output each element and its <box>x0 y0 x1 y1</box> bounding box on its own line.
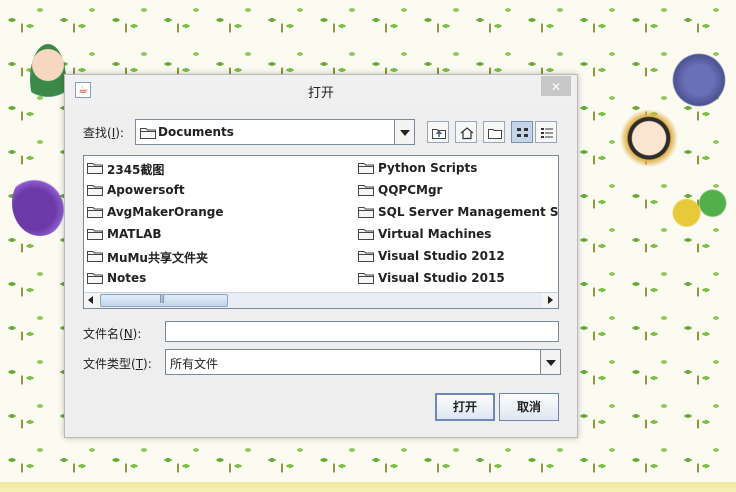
horizontal-scrollbar[interactable] <box>84 292 558 308</box>
list-item[interactable]: Apowersoft <box>87 180 352 200</box>
list-item-label: Virtual Machines <box>378 227 492 241</box>
dialog-title: 打开 <box>307 86 334 101</box>
new-folder-icon <box>488 129 502 139</box>
cancel-button[interactable]: 取消 <box>499 393 559 421</box>
open-file-dialog: ☕ 打开 查找(I): Documents <box>64 74 578 438</box>
folder-icon <box>358 250 374 265</box>
look-in-value: Documents <box>158 125 234 139</box>
chevron-down-icon[interactable] <box>540 350 560 374</box>
folder-icon <box>87 228 103 243</box>
dialog-body: 查找(I): Documents ||| 2345截图 Apowersoft A… <box>65 105 577 437</box>
scroll-left-icon[interactable] <box>84 293 100 308</box>
folder-icon <box>358 162 374 177</box>
list-item-label: AvgMakerOrange <box>107 205 224 219</box>
list-item[interactable]: MATLAB <box>87 224 352 244</box>
folder-icon <box>87 272 103 287</box>
list-item-label: SQL Server Management Studio <box>378 205 558 219</box>
list-item-label: Notes <box>107 271 147 285</box>
list-item-label: Python Scripts <box>378 161 478 175</box>
look-in-combo[interactable]: Documents <box>135 119 415 145</box>
open-button[interactable]: 打开 <box>435 393 495 421</box>
cartoon-character-monster <box>666 44 732 116</box>
list-item-label: QQPCMgr <box>378 183 443 197</box>
home-icon <box>460 127 474 140</box>
close-button[interactable] <box>541 76 571 96</box>
file-name-input[interactable] <box>165 321 559 342</box>
folder-icon <box>87 184 103 199</box>
folder-icon <box>140 127 156 142</box>
details-view-button[interactable] <box>535 121 557 143</box>
cartoon-character-top-left <box>30 44 66 114</box>
list-item-label: MATLAB <box>107 227 162 241</box>
list-item[interactable]: Notes <box>87 268 352 288</box>
list-item-label: MuMu共享文件夹 <box>107 251 208 265</box>
list-item[interactable]: Visual Studio 2012 <box>358 246 558 266</box>
folder-icon <box>358 184 374 199</box>
look-in-row: 查找(I): Documents <box>83 119 559 145</box>
scroll-right-icon[interactable] <box>542 293 558 308</box>
list-item[interactable]: Visual Studio 2015 <box>358 268 558 288</box>
details-view-icon <box>541 128 553 138</box>
file-name-label: 文件名(N): <box>83 327 142 341</box>
new-folder-button[interactable] <box>483 121 505 143</box>
list-item[interactable]: Virtual Machines <box>358 224 558 244</box>
list-item-label: 2345截图 <box>107 163 165 177</box>
cartoon-character-gourd <box>12 170 68 236</box>
up-one-level-icon <box>432 129 446 139</box>
folder-icon <box>358 228 374 243</box>
list-item[interactable]: 2345截图 <box>87 158 352 178</box>
chevron-down-icon[interactable] <box>394 120 414 144</box>
list-item[interactable]: SQL Server Management Studio <box>358 202 558 222</box>
list-item-label: Visual Studio 2012 <box>378 249 505 263</box>
file-list[interactable]: 2345截图 Apowersoft AvgMakerOrange MATLAB MuMu… <box>83 155 559 309</box>
folder-icon <box>358 272 374 287</box>
cartoon-character-bugs <box>668 184 730 232</box>
list-item-label: Visual Studio 2015 <box>378 271 505 285</box>
folder-icon <box>358 206 374 221</box>
file-type-label: 文件类型(T): <box>83 357 152 371</box>
folder-icon <box>87 162 103 177</box>
file-type-combo[interactable]: 所有文件 <box>165 349 561 375</box>
folder-icon <box>87 250 103 265</box>
list-item[interactable]: AvgMakerOrange <box>87 202 352 222</box>
cartoon-character-right <box>618 104 680 180</box>
up-one-level-button[interactable] <box>427 121 449 143</box>
list-item[interactable]: Python Scripts <box>358 158 558 178</box>
list-item[interactable]: MuMu共享文件夹 <box>87 246 352 266</box>
folder-icon <box>87 206 103 221</box>
file-type-value: 所有文件 <box>170 357 219 371</box>
list-view-icon <box>517 128 528 137</box>
ground-strip <box>0 482 736 492</box>
title-bar[interactable]: ☕ 打开 <box>65 75 577 105</box>
list-item-label: Apowersoft <box>107 183 185 197</box>
home-button[interactable] <box>455 121 477 143</box>
list-view-button[interactable] <box>511 121 533 143</box>
look-in-label: 查找(I): <box>83 126 124 140</box>
scrollbar-thumb[interactable] <box>100 294 228 307</box>
list-item[interactable]: QQPCMgr <box>358 180 558 200</box>
